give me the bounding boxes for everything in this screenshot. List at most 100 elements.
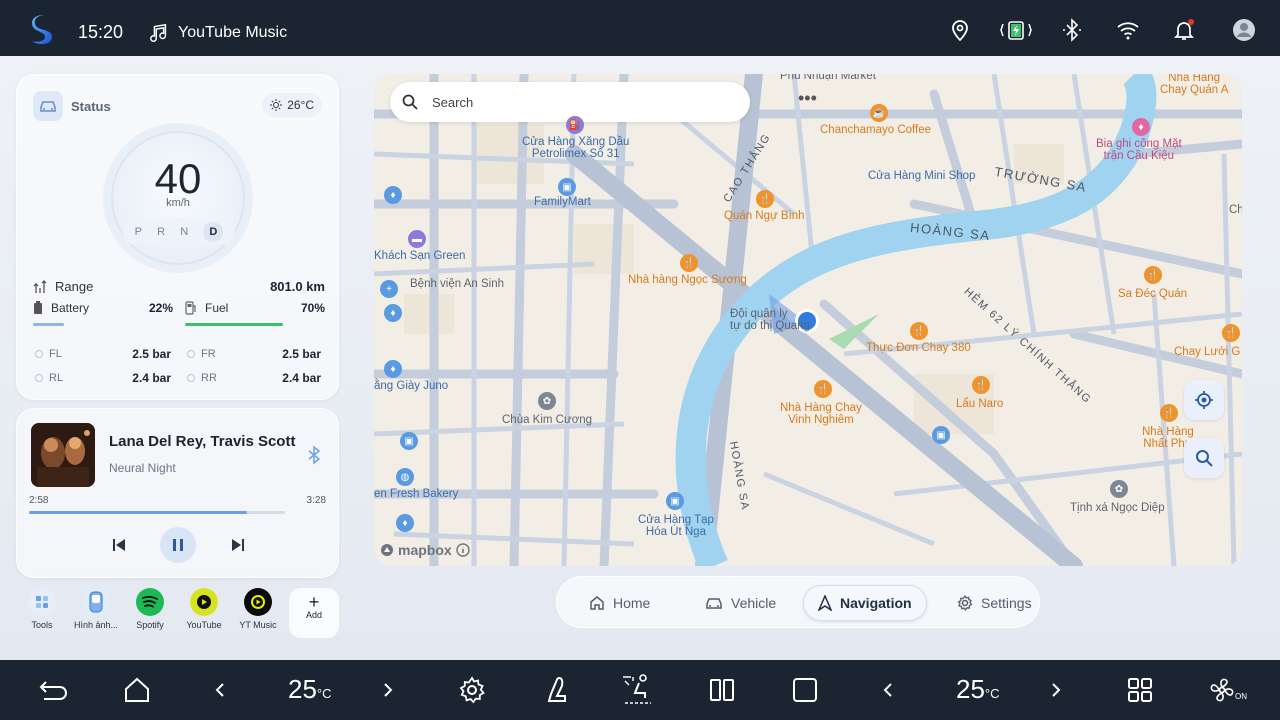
add-app-button[interactable]: + Add bbox=[289, 588, 339, 638]
poi-marker-icon[interactable]: ☕ bbox=[870, 104, 888, 122]
range-row: Range 801.0 km bbox=[33, 279, 325, 294]
poi-marker-icon[interactable]: ♦ bbox=[1132, 118, 1150, 136]
tab-vehicle[interactable]: Vehicle bbox=[691, 585, 790, 621]
split-columns-icon bbox=[710, 679, 734, 701]
battery-value: 22% bbox=[148, 301, 173, 315]
recenter-location-button[interactable] bbox=[1184, 380, 1224, 420]
poi-marker-icon[interactable]: ▬ bbox=[408, 230, 426, 248]
info-icon[interactable] bbox=[455, 543, 470, 557]
home-button[interactable] bbox=[120, 676, 154, 704]
poi-marker-icon[interactable]: ✿ bbox=[538, 392, 556, 410]
poi-marker-icon[interactable]: 🍴 bbox=[1144, 266, 1162, 284]
location-pin-icon[interactable] bbox=[948, 18, 972, 42]
split-view-button[interactable] bbox=[708, 676, 736, 704]
back-arrow-icon bbox=[39, 681, 67, 700]
map-label: Bia ghi công Mặt trận Cầu Kiệu bbox=[1096, 138, 1182, 162]
tab-label: Vehicle bbox=[731, 595, 777, 611]
temperature-value: 26°C bbox=[287, 98, 314, 112]
poi-marker-icon[interactable]: ♦ bbox=[384, 186, 402, 204]
battery-charging-icon[interactable] bbox=[1000, 18, 1032, 42]
poi-marker-icon[interactable]: ✿ bbox=[1110, 480, 1128, 498]
back-button[interactable] bbox=[36, 676, 72, 704]
poi-marker-icon[interactable]: ▣ bbox=[400, 432, 418, 450]
poi-marker-icon[interactable]: 🍴 bbox=[814, 380, 832, 398]
poi-marker-icon[interactable]: ▣ bbox=[666, 492, 684, 510]
fuel-label: Fuel bbox=[205, 301, 229, 315]
clock: 15:20 bbox=[78, 22, 124, 42]
poi-marker-icon[interactable]: 🍴 bbox=[1222, 324, 1240, 342]
speed-gauge: 40 km/h P R N D bbox=[111, 131, 245, 265]
map-label: ằng Giày Juno bbox=[374, 380, 449, 392]
map-label: Cửa Hàng Tạp Hóa Út Nga bbox=[638, 514, 714, 538]
poi-marker-icon[interactable]: ♦ bbox=[396, 514, 414, 532]
dock-app-youtube[interactable]: YouTube bbox=[178, 586, 230, 630]
right-temp-up-button[interactable] bbox=[1046, 676, 1066, 704]
left-temp-up-button[interactable] bbox=[378, 676, 398, 704]
poi-marker-icon[interactable]: ⛽ bbox=[566, 116, 584, 134]
poi-marker-icon[interactable]: 🍴 bbox=[910, 322, 928, 340]
tab-settings[interactable]: Settings bbox=[943, 585, 1046, 621]
map-label: en Fresh Bakery bbox=[374, 488, 459, 500]
mapbox-attribution[interactable]: mapbox bbox=[380, 542, 470, 558]
seat-heating-button[interactable] bbox=[540, 676, 572, 704]
poi-marker-icon[interactable]: 🍴 bbox=[680, 254, 698, 272]
temp-unit: °C bbox=[316, 686, 332, 701]
climate-settings-button[interactable] bbox=[456, 676, 488, 704]
now-playing-app[interactable]: YouTube Music bbox=[178, 24, 287, 42]
dock-app-images[interactable]: Hình ảnh... bbox=[70, 586, 122, 630]
mapbox-logo-icon bbox=[381, 544, 393, 556]
gear-r: R bbox=[157, 226, 166, 238]
car-icon bbox=[706, 598, 722, 609]
tire-pressure-fl: FL 2.5 bar bbox=[35, 347, 171, 361]
notification-bell-icon[interactable] bbox=[1172, 18, 1196, 42]
poi-marker-icon[interactable]: ♦ bbox=[384, 304, 402, 322]
battery-label: Battery bbox=[51, 301, 90, 315]
play-pause-button[interactable] bbox=[160, 527, 196, 563]
bluetooth-icon[interactable] bbox=[1060, 18, 1084, 42]
home-icon bbox=[125, 677, 149, 702]
playback-progress-bar[interactable] bbox=[29, 511, 285, 514]
poi-marker-icon[interactable]: ♦ bbox=[384, 360, 402, 378]
map-search-button[interactable] bbox=[1184, 438, 1224, 478]
dock-app-spotify[interactable]: Spotify bbox=[124, 586, 176, 630]
wifi-icon[interactable] bbox=[1116, 18, 1140, 42]
poi-marker-icon[interactable]: ▣ bbox=[932, 426, 950, 444]
map-label: Chay Lưới G bbox=[1174, 346, 1241, 358]
fan-toggle-button[interactable]: ON bbox=[1206, 676, 1250, 704]
next-track-button[interactable] bbox=[220, 527, 256, 563]
plus-icon: + bbox=[308, 592, 320, 612]
user-avatar-icon[interactable] bbox=[1232, 18, 1256, 42]
album-art[interactable] bbox=[31, 423, 95, 487]
chevron-left-icon bbox=[883, 683, 892, 697]
fuel-value: 70% bbox=[300, 301, 325, 315]
dock-app-yt-music[interactable]: YT Music bbox=[232, 586, 284, 630]
gear-icon bbox=[957, 595, 973, 611]
poi-marker-icon[interactable]: + bbox=[380, 280, 398, 298]
right-temp-down-button[interactable] bbox=[878, 676, 898, 704]
gear-p: P bbox=[134, 226, 142, 238]
airflow-mode-button[interactable] bbox=[620, 674, 656, 704]
recent-apps-button[interactable] bbox=[790, 676, 820, 704]
poi-marker-icon[interactable]: ▣ bbox=[558, 178, 576, 196]
battery-icon bbox=[34, 301, 42, 314]
tab-navigation[interactable]: Navigation bbox=[803, 585, 927, 621]
poi-marker-icon[interactable]: ◍ bbox=[396, 468, 414, 486]
poi-marker-icon[interactable]: 🍴 bbox=[756, 190, 774, 208]
map-label: Thực Đơn Chay 380 bbox=[866, 342, 971, 354]
tab-label: Navigation bbox=[840, 595, 912, 611]
poi-marker-icon[interactable]: 🍴 bbox=[972, 376, 990, 394]
map-label: Ch bbox=[1229, 204, 1242, 216]
bottom-navigation-tabs: Home Vehicle Navigation Settings bbox=[556, 576, 1040, 628]
square-icon bbox=[793, 678, 817, 702]
map-label: Tịnh xá Ngọc Diệp bbox=[1070, 502, 1165, 514]
climate-control-bar: 25°C 25°C ON bbox=[0, 660, 1280, 720]
navigation-map[interactable]: Search ••• Phú Nhuận Market Nhà Hàng Cha… bbox=[374, 74, 1242, 566]
map-more-button[interactable]: ••• bbox=[798, 88, 817, 109]
dock-app-tools[interactable]: Tools bbox=[16, 586, 68, 630]
poi-marker-icon[interactable]: 🍴 bbox=[1160, 404, 1178, 422]
left-temp-down-button[interactable] bbox=[210, 676, 230, 704]
youtube-icon bbox=[190, 588, 218, 616]
previous-track-button[interactable] bbox=[101, 527, 137, 563]
app-grid-button[interactable] bbox=[1126, 676, 1154, 704]
tab-home[interactable]: Home bbox=[575, 585, 664, 621]
